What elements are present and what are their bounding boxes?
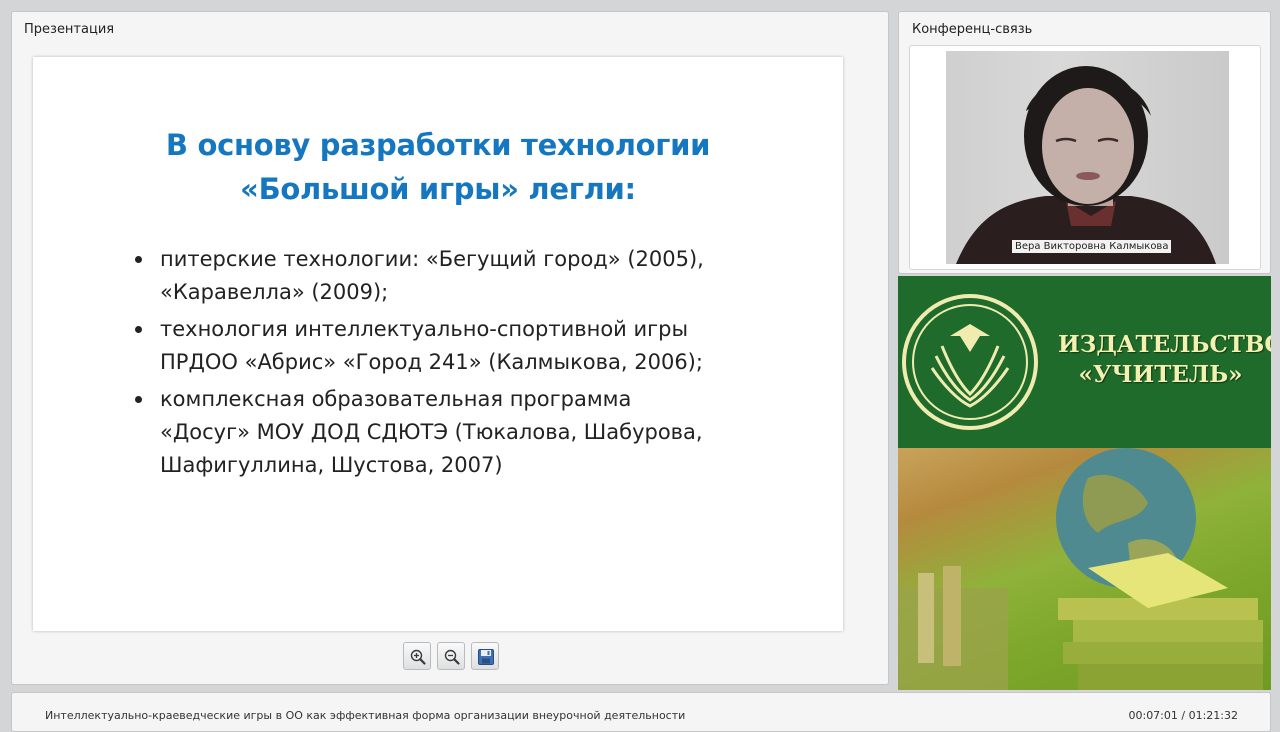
bullet-line: технология интеллектуально-спортивной иг… — [160, 317, 689, 341]
bullet-dot-icon — [135, 326, 142, 333]
bullet-line: ПРДОО «Абрис» «Город 241» (Калмыкова, 20… — [160, 350, 703, 374]
publisher-logo-icon — [902, 294, 1038, 430]
conference-panel-title: Конференц-связь — [912, 22, 1033, 37]
speaker-video-feed — [956, 66, 1216, 264]
zoom-in-icon — [410, 649, 426, 665]
slide-bullet: комплексная образовательная программа «Д… — [131, 383, 811, 482]
presentation-panel: Презентация В основу разработки технолог… — [11, 11, 889, 685]
publisher-name: ИЗДАТЕЛЬСТВО «УЧИТЕЛЬ» — [1058, 330, 1271, 390]
bullet-line: комплексная образовательная программа — [160, 387, 632, 411]
webinar-title: Интеллектуально-краеведческие игры в ОО … — [45, 709, 686, 722]
speaker-video[interactable]: Вера Викторовна Калмыкова — [946, 51, 1229, 264]
bullet-line: «Досуг» МОУ ДОД СДЮТЭ (Тюкалова, Шабуров… — [160, 420, 703, 444]
slide-bullet: питерские технологии: «Бегущий город» (2… — [131, 243, 811, 309]
bullet-dot-icon — [135, 256, 142, 263]
save-button[interactable] — [471, 642, 499, 670]
bullet-line: питерские технологии: «Бегущий город» (2… — [160, 247, 704, 271]
presentation-panel-title: Презентация — [24, 22, 115, 37]
slide-bullet: технология интеллектуально-спортивной иг… — [131, 313, 811, 379]
slide-title-line: В основу разработки технологии — [165, 128, 711, 162]
banner-logo-area: ИЗДАТЕЛЬСТВО «УЧИТЕЛЬ» — [898, 276, 1271, 448]
zoom-out-icon — [444, 649, 460, 665]
speaker-name-label: Вера Викторовна Калмыкова — [1012, 240, 1172, 253]
slide-bullet-list: питерские технологии: «Бегущий город» (2… — [131, 243, 811, 486]
conference-panel: Конференц-связь Вера Викторовна Калмыков… — [898, 11, 1271, 274]
bullet-dot-icon — [135, 396, 142, 403]
zoom-in-button[interactable] — [403, 642, 431, 670]
publisher-banner[interactable]: ИЗДАТЕЛЬСТВО «УЧИТЕЛЬ» — [898, 276, 1271, 690]
footer-bar: Интеллектуально-краеведческие игры в ОО … — [11, 692, 1271, 732]
publisher-name-line: «УЧИТЕЛЬ» — [1078, 361, 1243, 388]
slide: В основу разработки технологии «Большой … — [33, 57, 843, 631]
zoom-out-button[interactable] — [437, 642, 465, 670]
playback-time: 00:07:01 / 01:21:32 — [1128, 709, 1238, 722]
save-icon — [478, 649, 494, 665]
bullet-line: Шафигуллина, Шустова, 2007) — [160, 453, 503, 477]
globe-and-books-image — [898, 448, 1263, 690]
banner-image — [898, 448, 1271, 690]
slide-title: В основу разработки технологии «Большой … — [33, 123, 843, 211]
slide-title-line: «Большой игры» легли: — [240, 172, 636, 206]
video-frame: Вера Викторовна Калмыкова — [909, 45, 1261, 270]
publisher-name-line: ИЗДАТЕЛЬСТВО — [1058, 331, 1271, 358]
bullet-line: «Каравелла» (2009); — [160, 280, 389, 304]
